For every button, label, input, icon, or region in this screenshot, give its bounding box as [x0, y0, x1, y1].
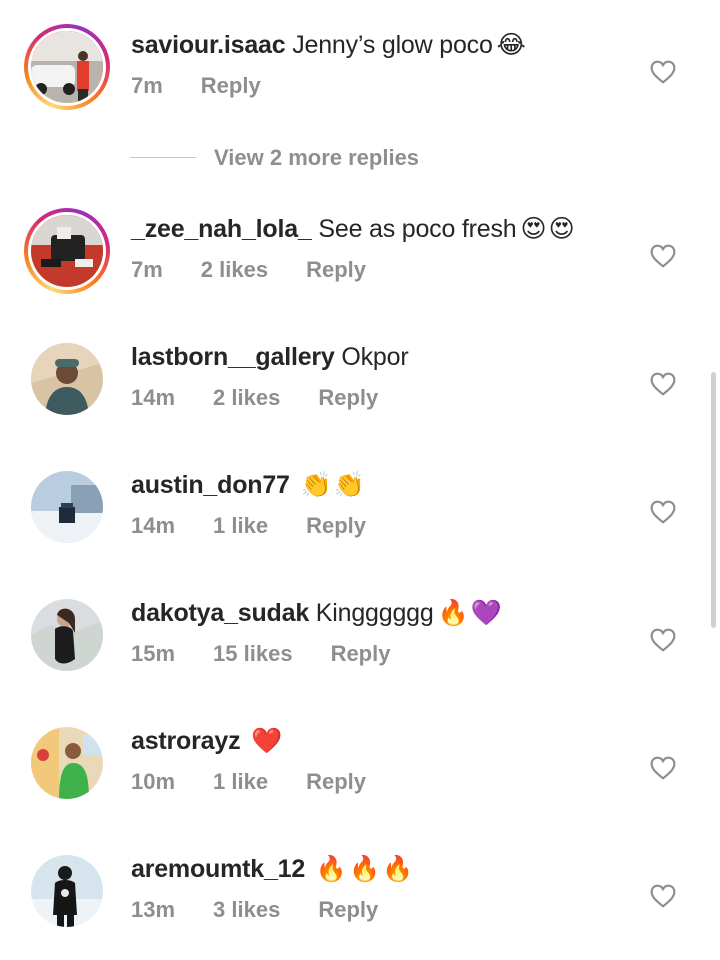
- comment-text: See as poco fresh: [318, 215, 517, 243]
- reply-button[interactable]: Reply: [331, 641, 391, 666]
- avatar[interactable]: [24, 208, 110, 294]
- comment-item: austin_don77 👏👏 14m 1 like Reply: [0, 464, 720, 574]
- view-more-replies-label[interactable]: View 2 more replies: [214, 144, 419, 172]
- comment-username[interactable]: lastborn__gallery: [131, 343, 335, 371]
- comment-username[interactable]: saviour.isaac: [131, 31, 286, 59]
- heart-icon[interactable]: [650, 244, 676, 268]
- heart-icon[interactable]: [650, 60, 676, 84]
- comment-time: 14m: [131, 385, 176, 410]
- comment-emoji: 🔥🔥🔥: [315, 855, 416, 883]
- comment-meta: 15m 15 likes Reply: [131, 640, 428, 668]
- comment-line: aremoumtk_12 🔥🔥🔥: [131, 854, 415, 884]
- avatar-photo: [31, 727, 103, 799]
- comment-meta: 13m 3 likes Reply: [131, 896, 416, 924]
- avatar-photo: [31, 855, 103, 927]
- comment-line: _zee_nah_lola_ See as poco fresh 😍😍: [131, 214, 577, 244]
- avatar[interactable]: [24, 720, 110, 806]
- comment-time: 7m: [131, 257, 163, 282]
- avatar[interactable]: [24, 848, 110, 934]
- reply-button[interactable]: Reply: [306, 257, 366, 282]
- reply-button[interactable]: Reply: [306, 513, 366, 538]
- comment-emoji: 😍😍: [520, 215, 577, 243]
- comment-username[interactable]: astrorayz: [131, 727, 241, 755]
- heart-icon[interactable]: [650, 756, 676, 780]
- comment-line: lastborn__gallery Okpor: [131, 342, 409, 372]
- comment-item: aremoumtk_12 🔥🔥🔥 13m 3 likes Reply: [0, 848, 720, 958]
- comment-time: 13m: [131, 897, 176, 922]
- avatar[interactable]: [24, 336, 110, 422]
- comment-emoji: 😂: [496, 31, 528, 59]
- comment-item: lastborn__gallery Okpor 14m 2 likes Reply: [0, 336, 720, 446]
- comment-meta: 7m Reply: [131, 72, 299, 100]
- heart-icon[interactable]: [650, 884, 676, 908]
- comment-time: 7m: [131, 73, 163, 98]
- comment-likes[interactable]: 1 like: [213, 769, 268, 794]
- avatar[interactable]: [24, 592, 110, 678]
- comment-time: 10m: [131, 769, 176, 794]
- comment-time: 15m: [131, 641, 176, 666]
- comment-meta: 10m 1 like Reply: [131, 768, 404, 796]
- reply-button[interactable]: Reply: [318, 385, 378, 410]
- comment-line: austin_don77 👏👏: [131, 470, 367, 500]
- comment-meta: 14m 1 like Reply: [131, 512, 404, 540]
- comment-likes[interactable]: 2 likes: [213, 385, 280, 410]
- avatar-photo: [31, 343, 103, 415]
- avatar-photo: [31, 471, 103, 543]
- comment-username[interactable]: dakotya_sudak: [131, 599, 309, 627]
- reply-button[interactable]: Reply: [306, 769, 366, 794]
- comment-line: astrorayz ❤️: [131, 726, 284, 756]
- comment-text: Kingggggg: [315, 599, 434, 627]
- comment-username[interactable]: austin_don77: [131, 471, 290, 499]
- avatar[interactable]: [24, 24, 110, 110]
- view-more-replies[interactable]: View 2 more replies: [130, 144, 490, 174]
- heart-icon[interactable]: [650, 372, 676, 396]
- reply-button[interactable]: Reply: [201, 73, 261, 98]
- replies-divider: [130, 157, 196, 158]
- comment-username[interactable]: aremoumtk_12: [131, 855, 305, 883]
- heart-icon[interactable]: [650, 628, 676, 652]
- avatar-photo: [28, 212, 106, 290]
- avatar-photo: [31, 599, 103, 671]
- scrollbar[interactable]: [711, 372, 716, 628]
- comment-emoji: 🔥💜: [437, 599, 504, 627]
- comment-likes[interactable]: 1 like: [213, 513, 268, 538]
- comment-emoji: ❤️: [251, 727, 285, 755]
- comment-item: dakotya_sudak Kingggggg 🔥💜 15m 15 likes Rep…: [0, 592, 720, 702]
- reply-button[interactable]: Reply: [318, 897, 378, 922]
- avatar-photo: [28, 28, 106, 106]
- comment-item: astrorayz ❤️ 10m 1 like Reply: [0, 720, 720, 830]
- comment-likes[interactable]: 3 likes: [213, 897, 280, 922]
- comment-meta: 7m 2 likes Reply: [131, 256, 404, 284]
- comment-line: saviour.isaac Jenny’s glow poco 😂: [131, 30, 528, 60]
- avatar[interactable]: [24, 464, 110, 550]
- comment-emoji: 👏👏: [300, 471, 367, 499]
- heart-icon[interactable]: [650, 500, 676, 524]
- comment-likes[interactable]: 2 likes: [201, 257, 268, 282]
- comment-text: Jenny’s glow poco: [292, 31, 493, 59]
- comment-item: _zee_nah_lola_ See as poco fresh 😍😍 7m 2 l…: [0, 208, 720, 318]
- comment-text: Okpor: [341, 343, 409, 371]
- comment-username[interactable]: _zee_nah_lola_: [131, 215, 312, 243]
- comment-line: dakotya_sudak Kingggggg 🔥💜: [131, 598, 504, 628]
- comment-likes[interactable]: 15 likes: [213, 641, 293, 666]
- comment-meta: 14m 2 likes Reply: [131, 384, 416, 412]
- comment-item: saviour.isaac Jenny’s glow poco 😂 7m Reply: [0, 24, 720, 134]
- comment-time: 14m: [131, 513, 176, 538]
